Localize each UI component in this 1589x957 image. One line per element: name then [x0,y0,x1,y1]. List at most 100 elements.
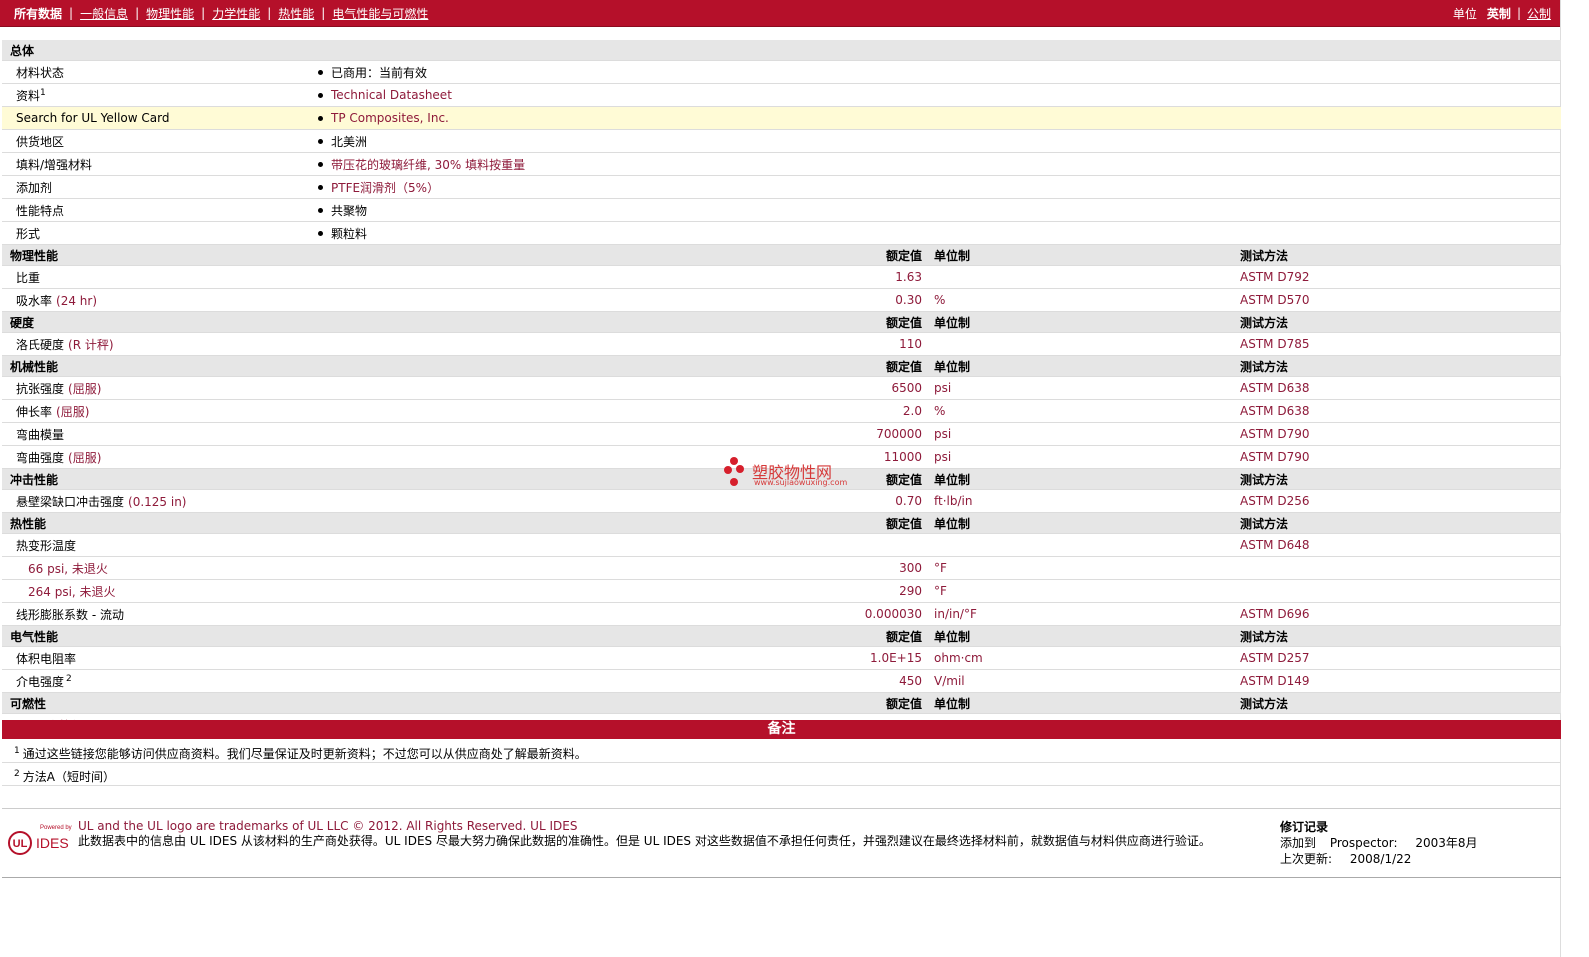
property-label: 264 psi, 未退火 [2,579,728,603]
tab-electrical-flammability[interactable]: 电气性能与可燃性 [332,5,428,22]
property-condition: (屈服) [68,381,102,396]
test-method: ASTM D149 [1240,669,1562,693]
updated-label: 上次更新: [1280,852,1333,866]
col-header-method: 测试方法 [1240,625,1562,647]
vertical-scrollbar[interactable] [1560,0,1589,957]
unit-metric-link[interactable]: 公制 [1527,5,1551,22]
general-value: 共聚物 [331,203,368,218]
property-unit: ohm·cm [934,646,1240,670]
general-value-cell: 带压花的玻璃纤维, 30% 填料按重量 [312,152,728,176]
general-value: 颗粒料 [331,226,368,241]
spacer-cell [728,129,928,153]
col-header-nominal: 额定值 [728,692,928,714]
property-row: 体积电阻率 1.0E+15 ohm·cm ASTM D257 [2,646,1562,670]
bullet-icon [318,115,323,121]
tab-mechanical[interactable]: 力学性能 [212,5,260,22]
test-method: ASTM D257 [1240,646,1562,670]
general-value: 北美洲 [331,134,368,149]
general-value: PTFE润滑剂（5%） [331,180,440,195]
tab-all-data[interactable]: 所有数据 [14,5,62,22]
unit-switcher: 单位 英制 | 公制 [1453,5,1561,22]
general-label: 性能特点 [2,198,312,222]
col-header-unit: 单位制 [934,311,1240,333]
notes-list: 1 通过这些链接您能够访问供应商资料。我们尽量保证及时更新资料；不过您可以从供应商… [2,740,1561,786]
section-title: 机械性能 [2,355,728,377]
property-name: 热变形温度 [16,538,77,553]
col-header-method: 测试方法 [1240,244,1562,266]
ul-logo-icon: Powered by UL IDES [8,825,72,855]
property-value [728,533,928,557]
property-label: 悬壁梁缺口冲击强度 (0.125 in) [2,489,728,513]
test-method: ASTM D256 [1240,489,1562,513]
section-title: 电气性能 [2,625,728,647]
property-condition: (R 计秤) [68,337,114,352]
notes-header: 备注 [2,720,1561,739]
property-name: 弯曲模量 [16,427,65,442]
bullet-icon [318,92,323,98]
section-title: 热性能 [2,512,728,534]
general-label-text: Search for UL Yellow Card [16,111,170,125]
col-header-unit: 单位制 [934,468,1240,490]
section-title: 可燃性 [2,692,728,714]
property-row: 抗张强度 (屈服) 6500 psi ASTM D638 [2,376,1562,400]
property-label: 比重 [2,265,728,289]
general-label: Search for UL Yellow Card [2,106,312,130]
footnote-ref[interactable]: 1 [40,88,46,98]
logo-powered-text: Powered by [40,825,72,831]
col-header-unit: 单位制 [934,355,1240,377]
nav-separator: | [321,6,326,20]
filler-cell [928,129,1562,153]
footnote-ref[interactable]: 2 [66,674,72,684]
general-value-link[interactable]: TP Composites, Inc. [331,111,449,125]
general-label: 供货地区 [2,129,312,153]
tab-physical[interactable]: 物理性能 [146,5,194,22]
bullet-icon [318,70,323,75]
property-label: 伸长率 (屈服) [2,399,728,423]
property-unit: psi [934,376,1240,400]
property-condition: (24 hr) [56,293,98,308]
note-number: 1 [14,746,20,756]
general-label-text: 性能特点 [16,203,65,218]
filler-cell [928,221,1562,245]
test-method: ASTM D648 [1240,533,1562,557]
general-value-cell: TP Composites, Inc. [312,106,728,130]
filler-cell [928,175,1562,199]
general-row: 添加剂 PTFE润滑剂（5%） [2,175,1562,199]
test-method: ASTM D638 [1240,399,1562,423]
general-value-link[interactable]: Technical Datasheet [331,88,452,102]
test-method: ASTM D790 [1240,445,1562,469]
tab-general-info[interactable]: 一般信息 [80,5,128,22]
general-row: 性能特点 共聚物 经润滑 [2,198,1562,222]
spacer-cell [728,83,928,107]
property-unit: in/in/°F [934,602,1240,626]
unit-english[interactable]: 英制 [1487,5,1511,22]
added-date: 2003年8月 [1415,836,1478,850]
property-value: 290 [728,579,928,603]
ul-ides-logo: Powered by UL IDES [6,821,74,861]
property-label: 热变形温度 [2,533,728,557]
test-method [1240,556,1562,580]
col-header-nominal: 额定值 [728,512,928,534]
col-header-nominal: 额定值 [728,355,928,377]
general-row: 供货地区 北美洲 [2,129,1562,153]
col-header-nominal: 额定值 [728,311,928,333]
property-unit [934,265,1240,289]
general-label-text: 填料/增强材料 [16,157,93,172]
property-label: 吸水率 (24 hr) [2,288,728,312]
section-header: 物理性能 额定值 单位制 测试方法 [2,244,1562,266]
general-label-text: 供货地区 [16,134,65,149]
general-label-text: 形式 [16,226,41,241]
tab-thermal[interactable]: 热性能 [278,5,314,22]
property-condition: (0.125 in) [128,494,187,509]
nav-separator: | [201,6,206,20]
property-row: 悬壁梁缺口冲击强度 (0.125 in) 0.70 ft·lb/in ASTM D256 [2,489,1562,513]
footer: Powered by UL IDES UL and the UL logo ar… [2,808,1561,878]
property-unit: °F [934,579,1240,603]
general-row: 资料1 Technical Datasheet [2,83,1562,107]
property-value: 1.63 [728,265,928,289]
nav-separator: | [135,6,140,20]
property-unit [934,533,1240,557]
property-value: 0.70 [728,489,928,513]
updated-date: 2008/1/22 [1349,852,1412,866]
disclaimer-text: 此数据表中的信息由 UL IDES 从该材料的生产商处获得。UL IDES 尽最… [78,834,1211,848]
